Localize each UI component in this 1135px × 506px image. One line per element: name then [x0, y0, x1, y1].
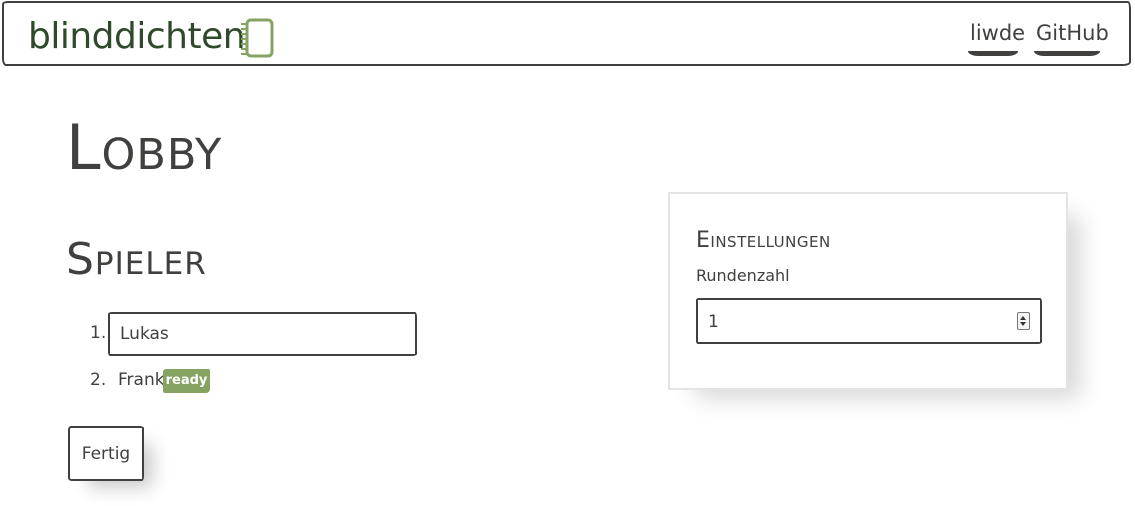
- spinner-down-icon[interactable]: [1020, 322, 1026, 326]
- settings-title: Einstellungen: [696, 228, 831, 253]
- player-name-frank: Frank: [118, 370, 165, 390]
- player-number-2: 2.: [90, 370, 107, 390]
- navbar: blinddichten liwde GitHub: [2, 1, 1131, 66]
- nav-link-liwde[interactable]: liwde: [970, 19, 1025, 47]
- page-title: Lobby: [66, 111, 223, 184]
- rounds-number-input[interactable]: 1: [696, 298, 1042, 344]
- settings-card: Einstellungen Rundenzahl 1: [668, 192, 1068, 390]
- rounds-label: Rundenzahl: [696, 266, 790, 285]
- spinner-up-icon[interactable]: [1020, 316, 1026, 320]
- brand-logo-text[interactable]: blinddichten: [28, 17, 246, 57]
- notebook-icon: [241, 18, 274, 58]
- ready-button[interactable]: Fertig: [68, 426, 144, 481]
- players-heading: Spieler: [66, 234, 207, 285]
- nav-link-github[interactable]: GitHub: [1036, 19, 1109, 47]
- player-number-1: 1.: [90, 323, 107, 343]
- number-spinner[interactable]: [1017, 312, 1030, 330]
- nav-underline-github: [1034, 51, 1100, 56]
- nav-underline-liwde: [968, 51, 1018, 56]
- ready-badge: ready: [163, 369, 210, 393]
- player-name-input[interactable]: [108, 312, 417, 356]
- rounds-value: 1: [708, 312, 719, 332]
